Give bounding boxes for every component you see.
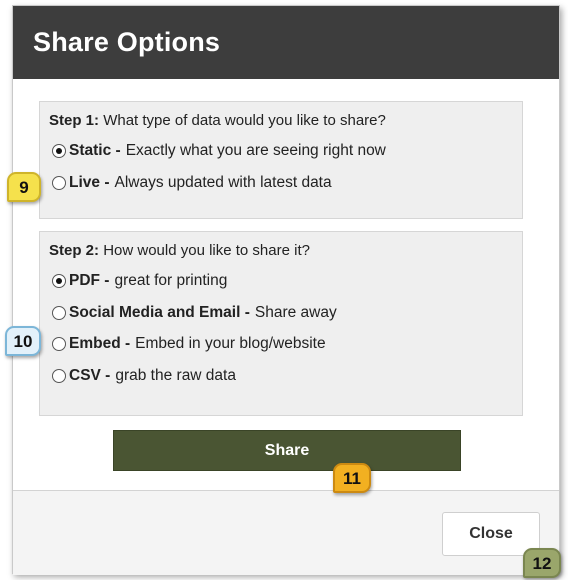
step2-heading: Step 2: How would you like to share it? <box>49 242 513 259</box>
callout-11: 11 <box>333 463 371 493</box>
step1-question: What type of data would you like to shar… <box>103 112 386 129</box>
radio-social-media[interactable] <box>52 305 66 320</box>
option-embed-desc: Embed in your blog/website <box>135 335 326 352</box>
callout-9: 9 <box>7 172 41 202</box>
radio-csv[interactable] <box>52 368 66 383</box>
callout-10: 10 <box>5 326 41 356</box>
option-live[interactable]: Live - Always updated with latest data <box>49 172 513 194</box>
dialog-header: Share Options <box>13 6 559 79</box>
option-csv-name: CSV - <box>69 366 111 384</box>
step2-question: How would you like to share it? <box>103 242 310 259</box>
option-embed-name: Embed - <box>69 335 131 352</box>
step2-panel: Step 2: How would you like to share it? … <box>39 231 523 416</box>
step1-heading: Step 1: What type of data would you like… <box>49 112 513 129</box>
step2-label: Step 2: <box>49 242 100 259</box>
option-static-desc: Exactly what you are seeing right now <box>125 142 386 159</box>
option-live-name: Live - <box>69 174 110 191</box>
option-social-media-desc: Share away <box>254 303 337 321</box>
option-social-media-name: Social Media and Email - <box>69 303 250 321</box>
option-live-desc: Always updated with latest data <box>114 174 332 191</box>
step1-label: Step 1: <box>49 112 100 129</box>
option-csv[interactable]: CSV - grab the raw data <box>49 365 513 387</box>
callout-12: 12 <box>523 548 561 578</box>
radio-pdf[interactable] <box>52 274 66 288</box>
step1-panel: Step 1: What type of data would you like… <box>39 101 523 219</box>
option-csv-desc: grab the raw data <box>115 366 236 384</box>
dialog-title: Share Options <box>33 27 221 57</box>
share-button[interactable]: Share <box>113 430 461 471</box>
radio-static[interactable] <box>52 144 66 158</box>
option-pdf-desc: great for printing <box>114 272 228 289</box>
option-social-media[interactable]: Social Media and Email - Share away <box>49 302 513 324</box>
option-embed[interactable]: Embed - Embed in your blog/website <box>49 333 513 355</box>
option-pdf-name: PDF - <box>69 272 110 289</box>
option-static[interactable]: Static - Exactly what you are seeing rig… <box>49 140 513 162</box>
share-options-dialog: Share Options Step 1: What type of data … <box>12 5 560 575</box>
option-static-name: Static - <box>69 142 121 159</box>
radio-live[interactable] <box>52 176 66 190</box>
radio-embed[interactable] <box>52 337 66 351</box>
option-pdf[interactable]: PDF - great for printing <box>49 270 513 292</box>
